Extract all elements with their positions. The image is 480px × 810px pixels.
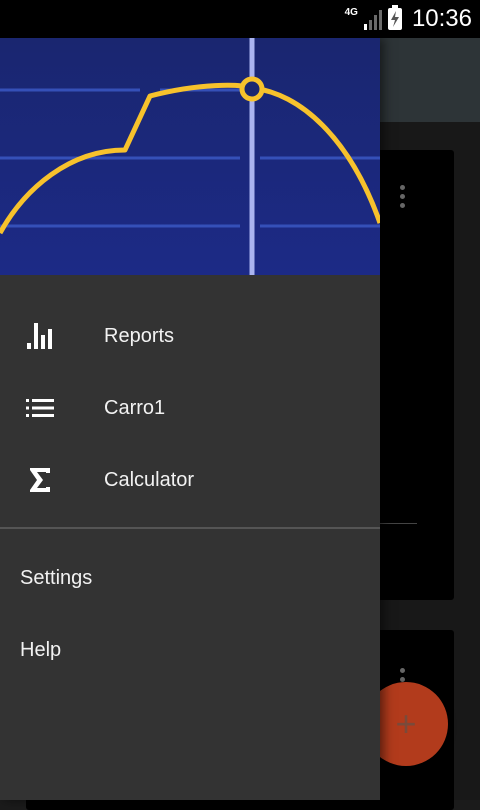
navigation-drawer: Reports Carro1 Calculator Settings Help bbox=[0, 38, 380, 800]
card-divider bbox=[380, 523, 417, 524]
plus-icon: + bbox=[395, 703, 417, 744]
drawer-header-graphic bbox=[0, 38, 380, 275]
drawer-item-carro1[interactable]: Carro1 bbox=[0, 372, 380, 444]
drawer-divider bbox=[0, 527, 380, 529]
card-overflow-menu-icon[interactable] bbox=[400, 185, 405, 208]
battery-charging-icon bbox=[387, 5, 402, 30]
drawer-item-reports[interactable]: Reports bbox=[0, 300, 380, 372]
status-bar: 4G 10:36 bbox=[0, 0, 480, 38]
drawer-item-help[interactable]: Help bbox=[0, 614, 380, 686]
sigma-icon bbox=[24, 464, 56, 496]
drawer-item-calculator[interactable]: Calculator bbox=[0, 444, 380, 516]
drawer-item-settings[interactable]: Settings bbox=[0, 542, 380, 614]
drawer-item-label: Reports bbox=[104, 324, 175, 347]
drawer-item-label: Carro1 bbox=[104, 396, 166, 419]
list-icon bbox=[24, 392, 56, 424]
signal-icon bbox=[363, 8, 382, 30]
drawer-item-label: Settings bbox=[20, 566, 93, 589]
network-type-label: 4G bbox=[344, 6, 358, 18]
clock: 10:36 bbox=[411, 5, 472, 32]
bar-chart-icon bbox=[24, 320, 56, 352]
drawer-item-label: Help bbox=[20, 638, 62, 661]
drawer-item-label: Calculator bbox=[104, 468, 195, 491]
status-icons: 4G 10:36 bbox=[345, 0, 472, 38]
